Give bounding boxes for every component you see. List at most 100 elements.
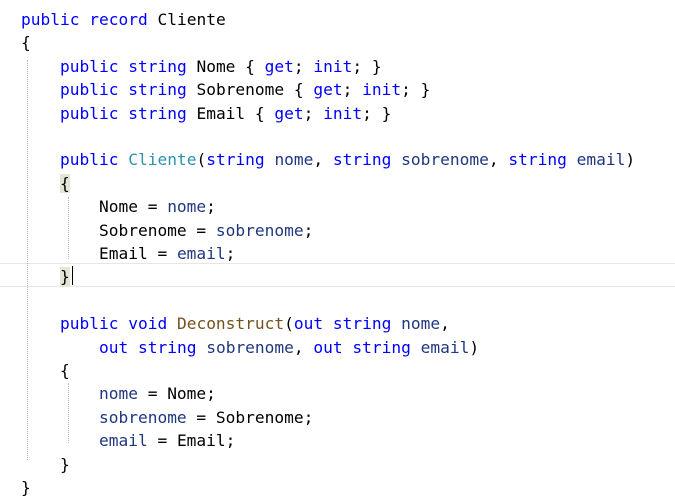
code-token: init [313, 56, 353, 76]
code-token: get [313, 80, 343, 100]
code-token: out [293, 314, 324, 334]
code-token: string [137, 337, 197, 357]
code-token: get [264, 56, 294, 76]
code-token: string [508, 150, 567, 170]
code-token: ; [303, 103, 324, 123]
code-token: ; } [401, 80, 431, 100]
code-token: Nome { [186, 56, 265, 76]
code-token: { [21, 33, 31, 53]
code-token: email [98, 431, 148, 451]
code-token: void [128, 314, 168, 334]
code-token: Sobrenome { [186, 80, 314, 100]
code-token: public [59, 103, 119, 123]
code-token: public [59, 80, 119, 100]
code-token: email [576, 150, 626, 170]
code-line: { [0, 31, 675, 54]
code-line: Nome = nome; [0, 195, 675, 218]
code-line: public void Deconstruct(out string nome, [0, 312, 675, 335]
code-token: get [274, 103, 304, 123]
code-line: Sobrenome = sobrenome; [0, 219, 675, 242]
code-line: nome = Nome; [0, 382, 675, 405]
code-token: } [59, 267, 70, 287]
code-token: Cliente [128, 150, 197, 170]
code-token: ; [225, 244, 236, 263]
code-token: sobrenome [401, 150, 489, 170]
code-token: Cliente [147, 10, 226, 29]
code-token: = Sobrenome; [186, 407, 314, 427]
code-token: ; [303, 220, 314, 240]
code-line: sobrenome = Sobrenome; [0, 406, 675, 429]
code-token: { [21, 361, 70, 380]
code-token: public [59, 56, 119, 76]
code-token: Deconstruct [176, 314, 285, 334]
code-token: out [98, 337, 129, 357]
code-token: , [488, 150, 509, 170]
code-token: Nome = [21, 197, 168, 217]
code-token: nome [98, 384, 138, 404]
code-token: nome [167, 197, 207, 217]
code-token: email [176, 244, 226, 263]
code-token: sobrenome [215, 220, 304, 240]
code-token: ( [284, 314, 294, 334]
code-token: , [440, 314, 450, 334]
code-line: public record Cliente [0, 8, 675, 31]
code-token: public [59, 150, 119, 170]
code-token: out [313, 337, 343, 357]
code-token: string [128, 80, 187, 100]
code-line: public string Email { get; init; } [0, 102, 675, 125]
code-editor[interactable]: public record Cliente{ public string Nom… [0, 0, 675, 503]
code-token: record [89, 10, 148, 29]
code-token: , [293, 337, 314, 357]
code-token: Email { [186, 103, 275, 123]
code-token: string [352, 337, 411, 357]
code-line: { [0, 172, 675, 195]
code-token: ; [206, 197, 216, 217]
code-line: } [0, 453, 675, 476]
code-token: , [313, 150, 333, 170]
code-line: } [0, 476, 675, 499]
code-token: { [59, 173, 70, 193]
code-token: Sobrenome = [21, 220, 216, 240]
code-token: ( [196, 150, 207, 170]
code-token: ) [625, 150, 636, 170]
code-token: public [21, 10, 80, 29]
code-token: = Nome; [137, 384, 216, 404]
code-token: ; [293, 56, 314, 76]
code-line: public string Nome { get; init; } [0, 55, 675, 78]
code-line: public string Sobrenome { get; init; } [0, 78, 675, 101]
code-token: email [420, 337, 470, 357]
text-caret [72, 266, 73, 285]
code-token: ) [469, 337, 480, 357]
code-token: init [323, 103, 363, 123]
code-line: out string sobrenome, out string email) [0, 336, 675, 359]
code-token: sobrenome [206, 337, 294, 357]
code-token: nome [401, 314, 441, 334]
code-token: = Email; [147, 431, 236, 451]
code-token: nome [274, 150, 314, 170]
code-token: string [128, 103, 187, 123]
code-token: } [21, 478, 31, 497]
code-token: init [362, 80, 402, 100]
code-token: string [332, 150, 392, 170]
